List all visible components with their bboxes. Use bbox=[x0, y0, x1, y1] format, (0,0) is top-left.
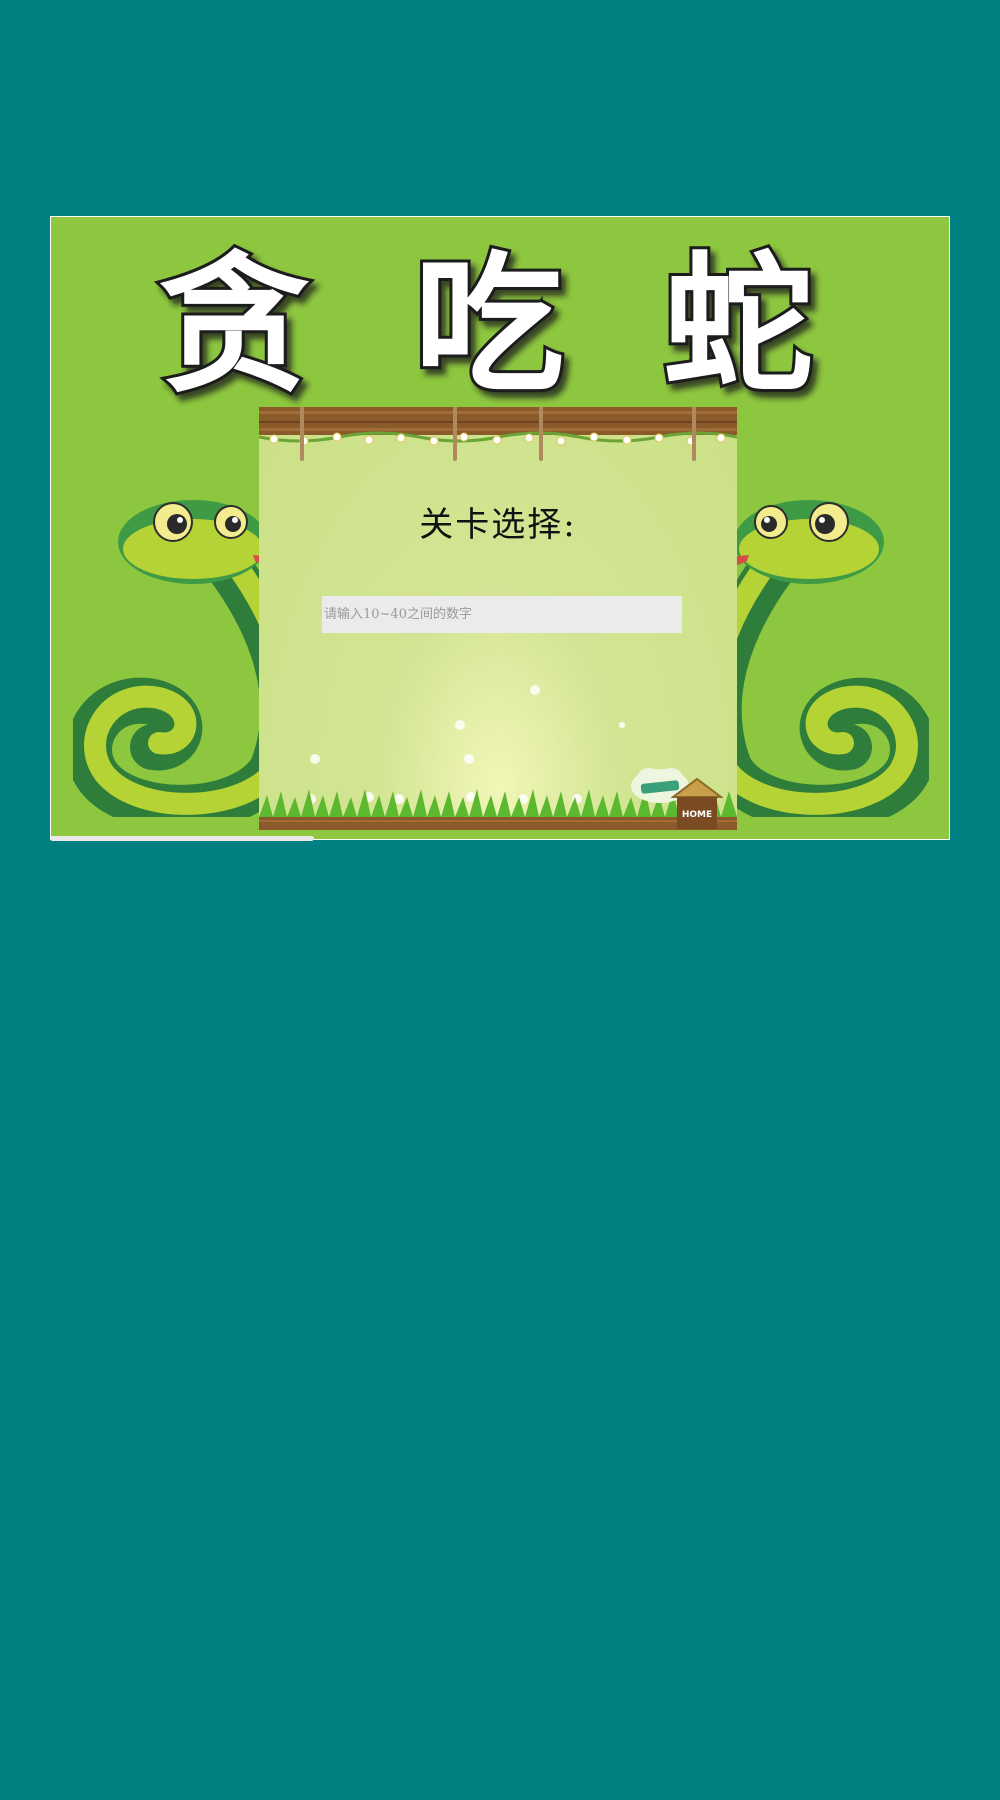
title-char-3: 蛇 bbox=[663, 239, 813, 407]
game-frame: 贪 吃 蛇 关卡选择: 请输入10~40之间的数字 HOME bbox=[50, 216, 950, 840]
title-char-1: 贪 bbox=[159, 239, 310, 407]
hut-icon bbox=[671, 777, 723, 829]
home-button[interactable]: HOME bbox=[671, 777, 723, 829]
title-char-2: 吃 bbox=[414, 239, 564, 407]
horizontal-scrollbar[interactable] bbox=[50, 836, 314, 841]
home-label: HOME bbox=[681, 810, 713, 820]
level-number-input[interactable] bbox=[322, 596, 682, 633]
game-title-logo: 贪 吃 蛇 bbox=[156, 236, 816, 407]
level-select-title: 关卡选择: bbox=[419, 505, 577, 545]
level-select-board: 关卡选择: HOME bbox=[259, 407, 737, 830]
